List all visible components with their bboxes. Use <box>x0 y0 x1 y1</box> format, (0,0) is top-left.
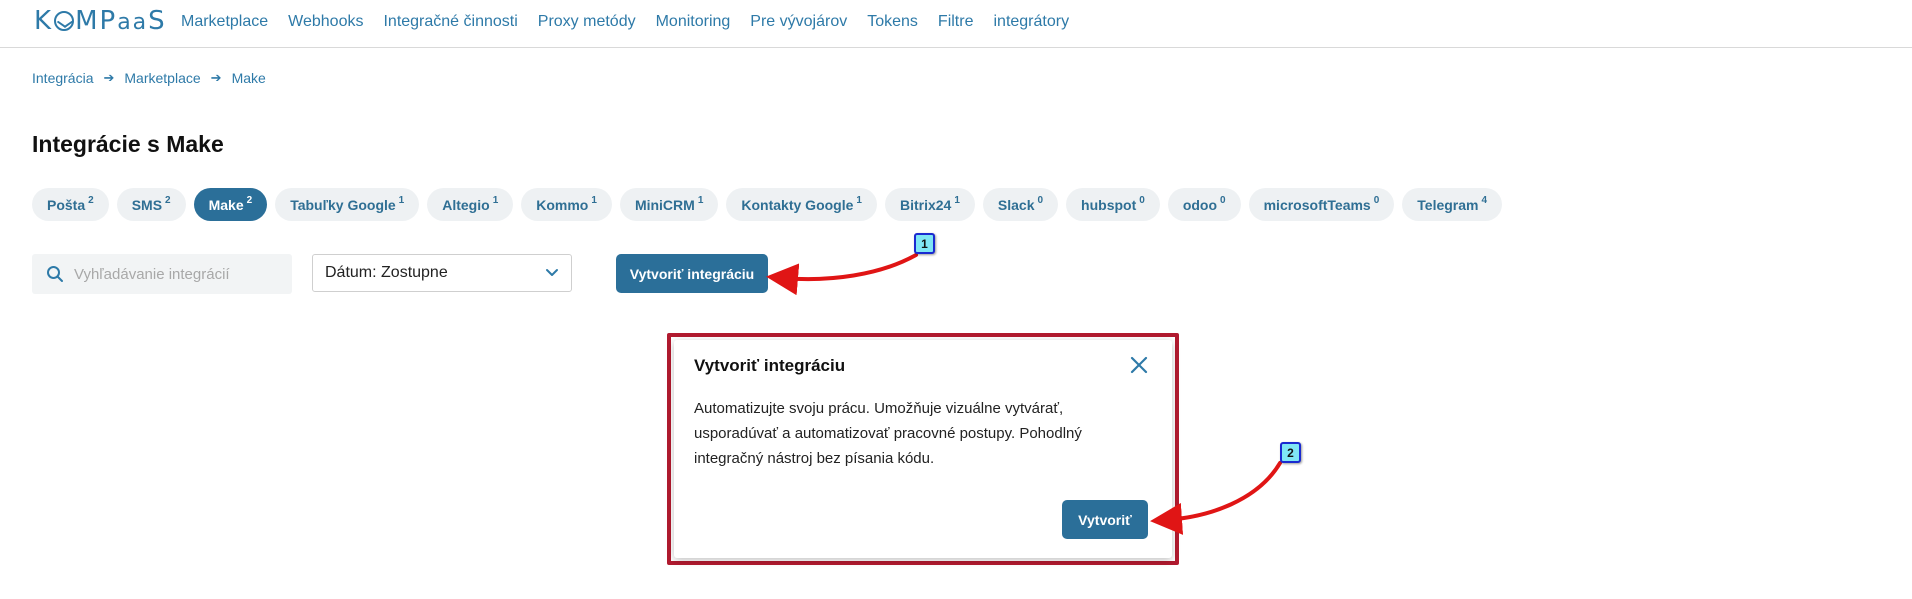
annotation-arrow-2 <box>1150 461 1282 535</box>
annotation-badge-1: 1 <box>914 233 935 254</box>
annotation-arrow-1 <box>766 253 918 296</box>
annotation-arrows <box>766 253 1282 535</box>
annotation-badge-2: 2 <box>1280 442 1301 463</box>
